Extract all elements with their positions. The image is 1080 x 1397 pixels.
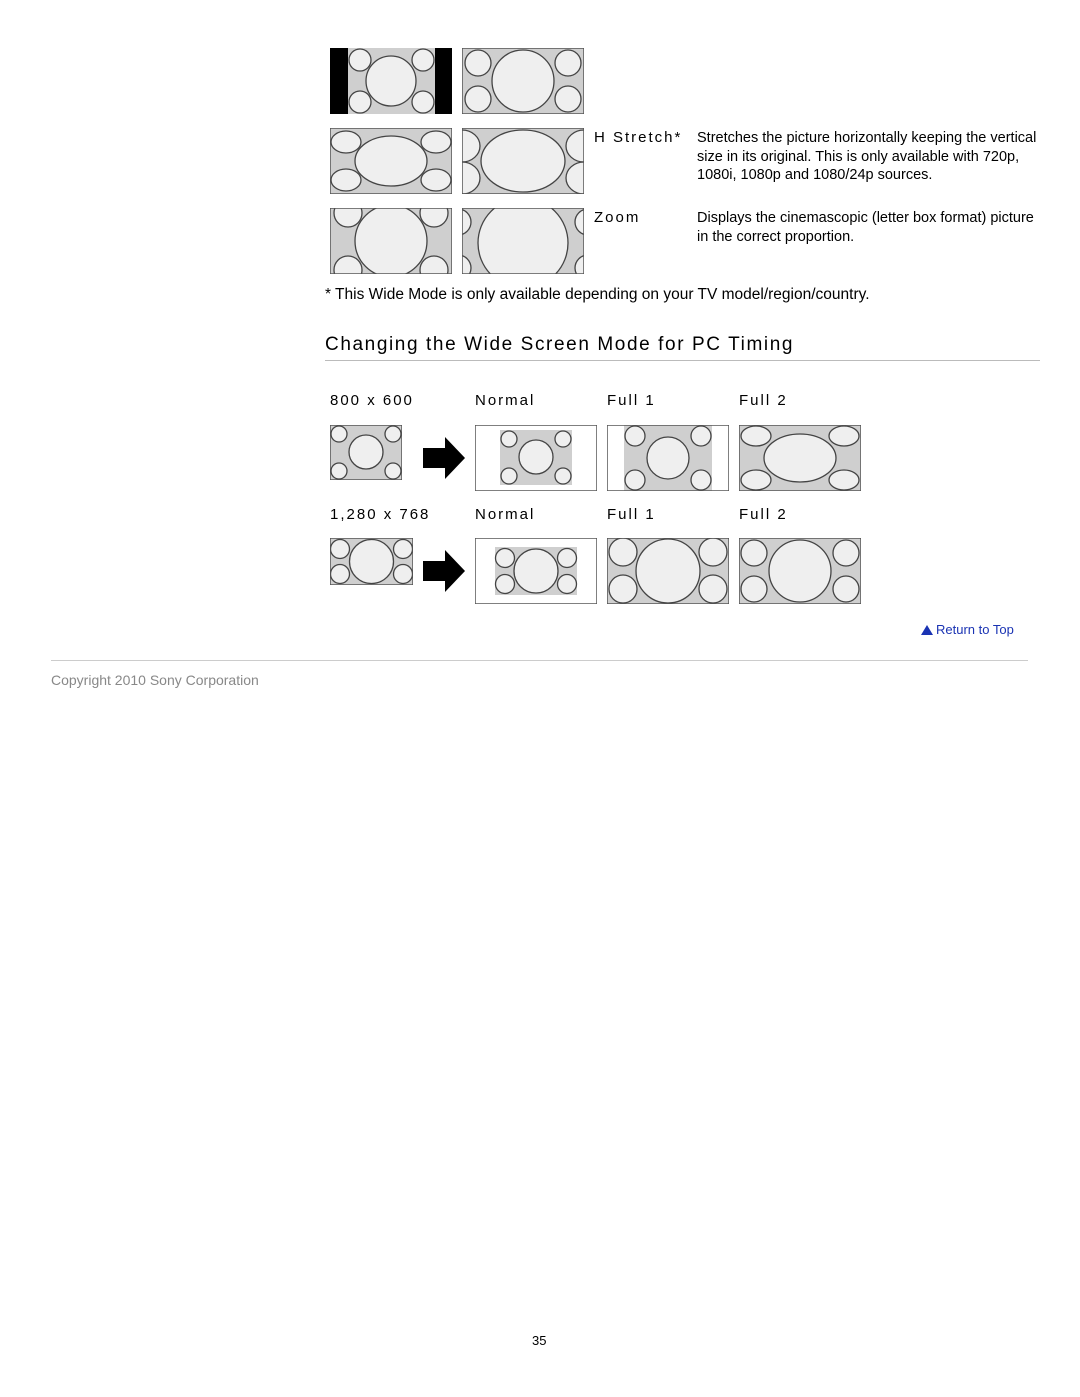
illustration-1280x768-full1 [607, 538, 729, 604]
mode-name-zoom: Zoom [594, 209, 641, 226]
illustration-zoom-source [330, 208, 452, 274]
illustration-h-stretch-result [462, 128, 584, 194]
return-to-top-link[interactable]: Return to Top [921, 622, 1014, 637]
mode-label-full2: Full 2 [739, 506, 788, 523]
illustration-800x600-normal [475, 425, 597, 491]
illustration-800x600-source [330, 425, 402, 480]
illustration-normal-pillarbox [330, 48, 452, 114]
illustration-1280x768-normal [475, 538, 597, 604]
mode-label-full2: Full 2 [739, 392, 788, 409]
section-divider [325, 360, 1040, 361]
resolution-label: 1,280 x 768 [330, 506, 431, 523]
section-title: Changing the Wide Screen Mode for PC Tim… [325, 334, 795, 355]
mode-label-normal: Normal [475, 392, 536, 409]
footnote: * This Wide Mode is only available depen… [325, 286, 870, 303]
illustration-h-stretch-source [330, 128, 452, 194]
return-to-top-label: Return to Top [936, 622, 1014, 637]
mode-description-h-stretch: Stretches the picture horizontally keepi… [697, 130, 1037, 183]
mode-name-h-stretch: H Stretch* [594, 129, 683, 146]
mode-description-zoom: Displays the cinemascopic (letter box fo… [697, 210, 1034, 245]
resolution-label: 800 x 600 [330, 392, 414, 409]
mode-label-full1: Full 1 [607, 392, 656, 409]
mode-label-full1: Full 1 [607, 506, 656, 523]
footer-divider [51, 660, 1028, 661]
illustration-800x600-full1 [607, 425, 729, 491]
arrow-right-icon [423, 550, 465, 592]
illustration-800x600-full2 [739, 425, 861, 491]
triangle-up-icon [921, 624, 933, 635]
arrow-right-icon [423, 437, 465, 479]
mode-label-normal: Normal [475, 506, 536, 523]
illustration-1280x768-source [330, 538, 413, 585]
page-number: 35 [532, 1333, 547, 1348]
copyright: Copyright 2010 Sony Corporation [51, 672, 259, 688]
illustration-full [462, 48, 584, 114]
illustration-1280x768-full2 [739, 538, 861, 604]
illustration-zoom-result [462, 208, 584, 274]
